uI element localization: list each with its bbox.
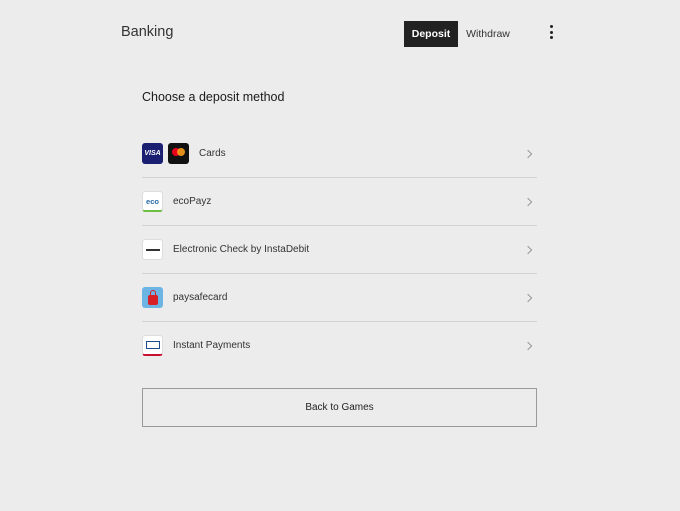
tab-deposit[interactable]: Deposit	[404, 21, 458, 47]
method-item-ecopayz[interactable]: eco ecoPayz	[142, 178, 537, 226]
padlock-shape	[147, 289, 158, 305]
method-label: Cards	[199, 148, 226, 159]
chevron-right-icon	[523, 293, 533, 302]
chevron-right-icon	[523, 341, 533, 350]
deposit-method-heading: Choose a deposit method	[142, 90, 285, 104]
method-label: Instant Payments	[173, 340, 251, 351]
tab-bar: Deposit Withdraw	[404, 21, 518, 47]
mastercard-logo-icon	[168, 143, 189, 164]
kebab-dot	[549, 30, 553, 34]
chevron-right-icon	[523, 149, 533, 158]
method-label: ecoPayz	[173, 196, 212, 207]
method-item-paysafecard[interactable]: paysafecard	[142, 274, 537, 322]
instadebit-bar	[145, 248, 160, 251]
visa-logo-icon: VISA	[142, 143, 163, 164]
chevron-right-icon	[523, 197, 533, 206]
method-label: paysafecard	[173, 292, 228, 303]
instadebit-logo-icon	[142, 239, 163, 260]
tab-withdraw[interactable]: Withdraw	[458, 21, 518, 47]
kebab-dot	[549, 25, 553, 28]
kebab-dot	[549, 36, 553, 39]
chevron-right-icon	[523, 245, 533, 254]
method-label: Electronic Check by InstaDebit	[173, 244, 310, 255]
deposit-method-list: VISA Cards eco ecoPayz Electronic Check …	[142, 130, 537, 369]
method-item-instadebit[interactable]: Electronic Check by InstaDebit	[142, 226, 537, 274]
method-item-instant-payments[interactable]: Instant Payments	[142, 322, 537, 369]
paysafecard-logo-icon	[142, 287, 163, 308]
banking-page: Banking Deposit Withdraw Choose a deposi…	[0, 0, 680, 511]
instant-payments-box	[145, 341, 160, 349]
mastercard-yellow-circle	[177, 148, 185, 156]
ecopayz-logo-icon: eco	[142, 191, 163, 212]
instant-payments-logo-icon	[142, 335, 163, 356]
page-title: Banking	[121, 24, 174, 40]
back-to-games-button[interactable]: Back to Games	[142, 388, 537, 427]
method-item-cards[interactable]: VISA Cards	[142, 130, 537, 178]
more-vertical-icon[interactable]	[546, 25, 556, 39]
